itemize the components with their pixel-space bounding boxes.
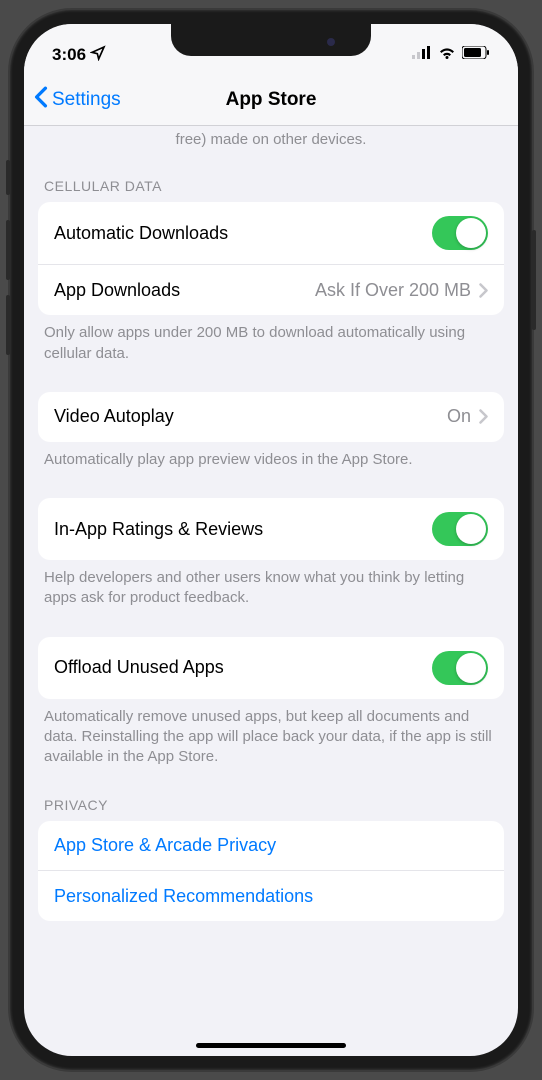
toggle-ratings-reviews[interactable]	[432, 512, 488, 546]
section-header-cellular: CELLULAR DATA	[24, 160, 518, 202]
settings-content[interactable]: free) made on other devices. CELLULAR DA…	[24, 126, 518, 1056]
chevron-right-icon	[479, 283, 488, 298]
battery-icon	[462, 46, 490, 64]
row-ratings-reviews[interactable]: In-App Ratings & Reviews	[38, 498, 504, 560]
overflow-footer-text: free) made on other devices.	[24, 126, 518, 160]
status-time: 3:06	[52, 45, 86, 65]
section-footer-video: Automatically play app preview videos in…	[24, 442, 518, 482]
row-label: Automatic Downloads	[54, 223, 228, 244]
row-offload-unused[interactable]: Offload Unused Apps	[38, 637, 504, 699]
row-personalized-recs[interactable]: Personalized Recommendations	[38, 871, 504, 921]
back-button[interactable]: Settings	[34, 86, 121, 114]
row-label: Personalized Recommendations	[54, 886, 313, 907]
nav-header: Settings App Store	[24, 74, 518, 126]
back-label: Settings	[52, 89, 121, 111]
section-footer-offload: Automatically remove unused apps, but ke…	[24, 699, 518, 780]
row-label: In-App Ratings & Reviews	[54, 519, 263, 540]
section-header-privacy: PRIVACY	[24, 779, 518, 821]
wifi-icon	[438, 46, 456, 64]
section-footer-ratings: Help developers and other users know wha…	[24, 560, 518, 621]
row-value: Ask If Over 200 MB	[315, 280, 471, 301]
row-value: On	[447, 406, 471, 427]
chevron-left-icon	[34, 86, 48, 114]
toggle-automatic-downloads[interactable]	[432, 216, 488, 250]
chevron-right-icon	[479, 409, 488, 424]
row-label: App Downloads	[54, 280, 180, 301]
row-appstore-privacy[interactable]: App Store & Arcade Privacy	[38, 821, 504, 871]
home-indicator[interactable]	[196, 1043, 346, 1048]
row-label: Offload Unused Apps	[54, 657, 224, 678]
page-title: App Store	[226, 89, 317, 111]
row-app-downloads[interactable]: App Downloads Ask If Over 200 MB	[38, 265, 504, 315]
section-footer-cellular: Only allow apps under 200 MB to download…	[24, 315, 518, 376]
cellular-signal-icon	[412, 46, 432, 64]
row-label: Video Autoplay	[54, 406, 174, 427]
toggle-offload-unused[interactable]	[432, 651, 488, 685]
row-label: App Store & Arcade Privacy	[54, 835, 276, 856]
row-automatic-downloads[interactable]: Automatic Downloads	[38, 202, 504, 265]
row-video-autoplay[interactable]: Video Autoplay On	[38, 392, 504, 442]
location-icon	[90, 45, 106, 66]
